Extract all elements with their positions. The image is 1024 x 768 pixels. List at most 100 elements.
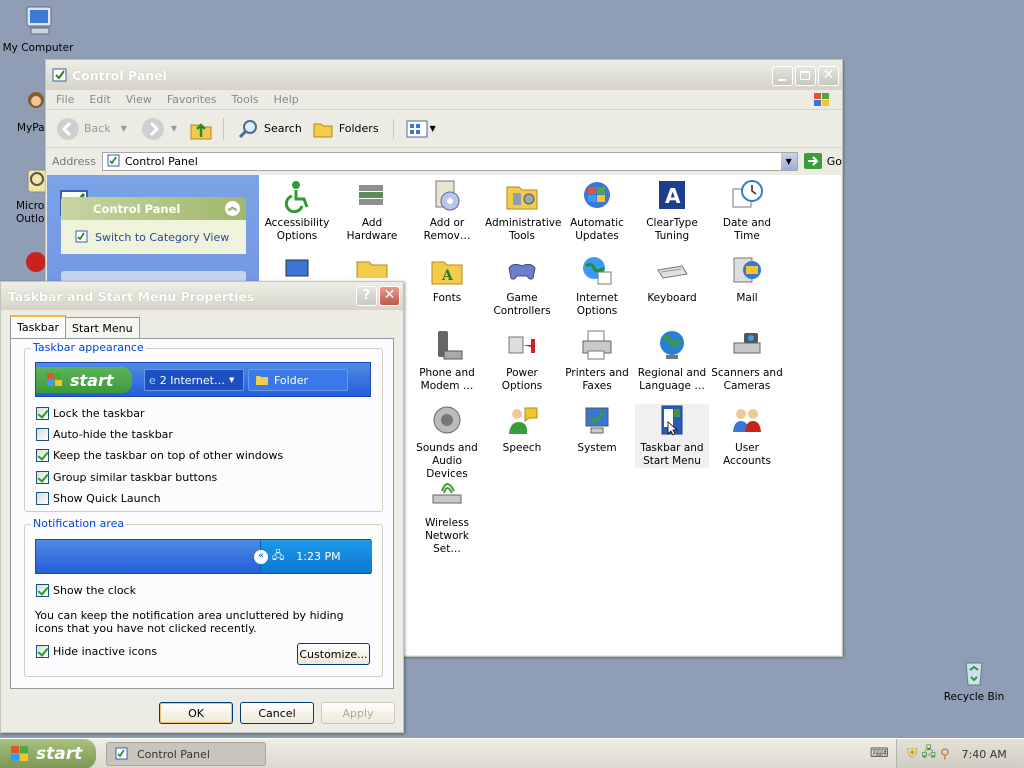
- menu-help[interactable]: Help: [274, 93, 299, 106]
- menu-view[interactable]: View: [126, 93, 152, 106]
- desktop-icon-outlook[interactable]: Micros Outlo: [0, 166, 51, 226]
- go-arrow-icon: [803, 153, 822, 169]
- sounds-icon: [433, 406, 461, 434]
- folders-button[interactable]: Folders: [312, 118, 379, 140]
- keyboard-tray-icon[interactable]: ⌨: [870, 746, 889, 761]
- cp-item-hidden-1[interactable]: [260, 254, 334, 278]
- desktop-icon-my-computer[interactable]: My Computer: [0, 4, 76, 55]
- minimize-button[interactable]: [772, 66, 793, 86]
- auto-hide-checkbox[interactable]: Auto-hide the taskbar: [36, 427, 173, 441]
- clock[interactable]: 7:40 AM: [962, 748, 1007, 761]
- system-icon: [585, 407, 609, 434]
- cp-item-phone-modem[interactable]: Phone and Modem …: [410, 329, 484, 393]
- automatic-updates-icon: [584, 182, 610, 208]
- windows-logo-icon: [11, 746, 28, 761]
- customize-button[interactable]: Customize...: [297, 643, 370, 665]
- window-title-bar[interactable]: Control Panel ✕: [46, 60, 842, 90]
- group-similar-checkbox[interactable]: Group similar taskbar buttons: [36, 470, 217, 484]
- cp-item-internet-options[interactable]: Internet Options: [560, 254, 634, 318]
- help-icon: ?: [362, 288, 371, 303]
- desktop-icon-label: Recycle Bin: [943, 691, 1005, 703]
- address-dropdown-button[interactable]: ▼: [780, 152, 797, 170]
- network-tray-icon[interactable]: 🖧: [922, 743, 937, 765]
- close-button[interactable]: ✕: [818, 66, 839, 86]
- cp-item-game-controllers[interactable]: Game Controllers: [485, 254, 559, 318]
- cp-item-sounds[interactable]: Sounds and Audio Devices: [410, 404, 484, 481]
- apply-button[interactable]: Apply: [321, 702, 395, 724]
- cp-item-add-hardware[interactable]: Add Hardware: [335, 179, 409, 243]
- tab-taskbar[interactable]: Taskbar: [10, 315, 66, 338]
- show-clock-checkbox[interactable]: Show the clock: [36, 583, 136, 597]
- menu-edit[interactable]: Edit: [89, 93, 110, 106]
- desktop-icon-recycle-bin[interactable]: Recycle Bin: [936, 657, 1012, 704]
- add-hardware-icon: [359, 185, 383, 205]
- quick-launch-checkbox[interactable]: Show Quick Launch: [36, 491, 161, 505]
- cp-item-cleartype[interactable]: A ClearType Tuning: [635, 179, 709, 243]
- preview-folder-button: Folder: [248, 369, 348, 391]
- cancel-button[interactable]: Cancel: [240, 702, 314, 724]
- dialog-close-button[interactable]: ✕: [379, 286, 400, 306]
- desktop-icon-partial[interactable]: [22, 248, 46, 278]
- up-folder-icon[interactable]: [189, 117, 213, 141]
- cp-item-accessibility[interactable]: Accessibility Options: [260, 179, 334, 243]
- tab-start-menu[interactable]: Start Menu: [65, 317, 140, 338]
- views-button[interactable]: ▼: [392, 118, 436, 139]
- address-input[interactable]: Control Panel ▼: [101, 151, 798, 171]
- cp-item-scanners[interactable]: Scanners and Cameras: [710, 329, 784, 393]
- keep-on-top-checkbox[interactable]: Keep the taskbar on top of other windows: [36, 448, 283, 462]
- search-tray-icon[interactable]: ⚲: [940, 747, 950, 762]
- fonts-icon: A: [431, 261, 463, 285]
- preview-grouped-button: e 2 Internet… ▼: [144, 369, 244, 391]
- taskbar-preview: start e 2 Internet… ▼ Folder: [35, 362, 371, 397]
- administrative-tools-icon: [506, 186, 538, 210]
- menu-file[interactable]: File: [56, 93, 74, 106]
- cp-item-system[interactable]: System: [560, 404, 634, 455]
- cp-item-printers[interactable]: Printers and Faxes: [560, 329, 634, 393]
- forward-arrow-icon: [141, 117, 164, 140]
- cp-item-fonts[interactable]: A Fonts: [410, 254, 484, 305]
- cp-item-date-time[interactable]: Date and Time: [710, 179, 784, 243]
- views-icon: [406, 120, 428, 137]
- search-button[interactable]: Search: [223, 117, 302, 140]
- dialog-title: Taskbar and Start Menu Properties: [8, 288, 255, 304]
- checkbox: [36, 470, 49, 484]
- recycle-bin-icon: [965, 662, 983, 686]
- security-shield-icon[interactable]: ⛨: [907, 746, 918, 762]
- menu-favorites[interactable]: Favorites: [167, 93, 217, 106]
- folders-icon: [313, 123, 333, 137]
- maximize-button[interactable]: [795, 66, 816, 86]
- back-button[interactable]: Back ▼: [56, 117, 127, 141]
- cp-item-admin-tools[interactable]: Administrative Tools: [485, 179, 561, 243]
- cp-item-wireless[interactable]: Wireless Network Set…: [410, 479, 484, 556]
- notification-area-group: Notification area « 🖧 1:23 PM Show the c…: [24, 517, 383, 677]
- regional-icon: [660, 331, 684, 359]
- accessibility-icon: [284, 181, 309, 213]
- dialog-title-bar[interactable]: Taskbar and Start Menu Properties ? ✕: [1, 282, 403, 310]
- cp-item-hidden-2[interactable]: [335, 254, 409, 278]
- forward-button[interactable]: ▼: [141, 117, 177, 141]
- cp-item-power-options[interactable]: Power Options: [485, 329, 559, 393]
- taskbar-properties-dialog[interactable]: Taskbar and Start Menu Properties ? ✕ Ta…: [0, 281, 404, 733]
- cp-item-automatic-updates[interactable]: Automatic Updates: [560, 179, 634, 243]
- cp-item-taskbar-start-menu[interactable]: Taskbar and Start Menu: [635, 404, 709, 468]
- cp-item-regional[interactable]: Regional and Language …: [635, 329, 709, 393]
- go-button[interactable]: Go: [803, 152, 842, 170]
- chevron-down-icon: ▼: [170, 124, 178, 133]
- help-button[interactable]: ?: [356, 286, 377, 306]
- cp-item-mail[interactable]: Mail: [710, 254, 784, 305]
- switch-category-view-link[interactable]: Switch to Category View: [95, 231, 229, 244]
- cp-item-add-remove[interactable]: Add or Remov…: [410, 179, 484, 243]
- collapse-icon[interactable]: ︽: [225, 201, 240, 216]
- chevron-down-icon: ▼: [120, 124, 127, 133]
- cp-item-keyboard[interactable]: Keyboard: [635, 254, 709, 305]
- start-button[interactable]: start: [0, 739, 96, 768]
- menu-tools[interactable]: Tools: [232, 93, 259, 106]
- dialog-tabs: Taskbar Start Menu: [10, 315, 140, 338]
- hide-inactive-checkbox[interactable]: Hide inactive icons: [36, 644, 157, 658]
- lock-taskbar-checkbox[interactable]: Lock the taskbar: [36, 406, 145, 420]
- cp-item-user-accounts[interactable]: User Accounts: [710, 404, 784, 468]
- wireless-icon: [432, 483, 462, 504]
- taskbar-item-control-panel[interactable]: Control Panel: [106, 742, 266, 766]
- cp-item-speech[interactable]: Speech: [485, 404, 559, 455]
- ok-button[interactable]: OK: [159, 702, 233, 724]
